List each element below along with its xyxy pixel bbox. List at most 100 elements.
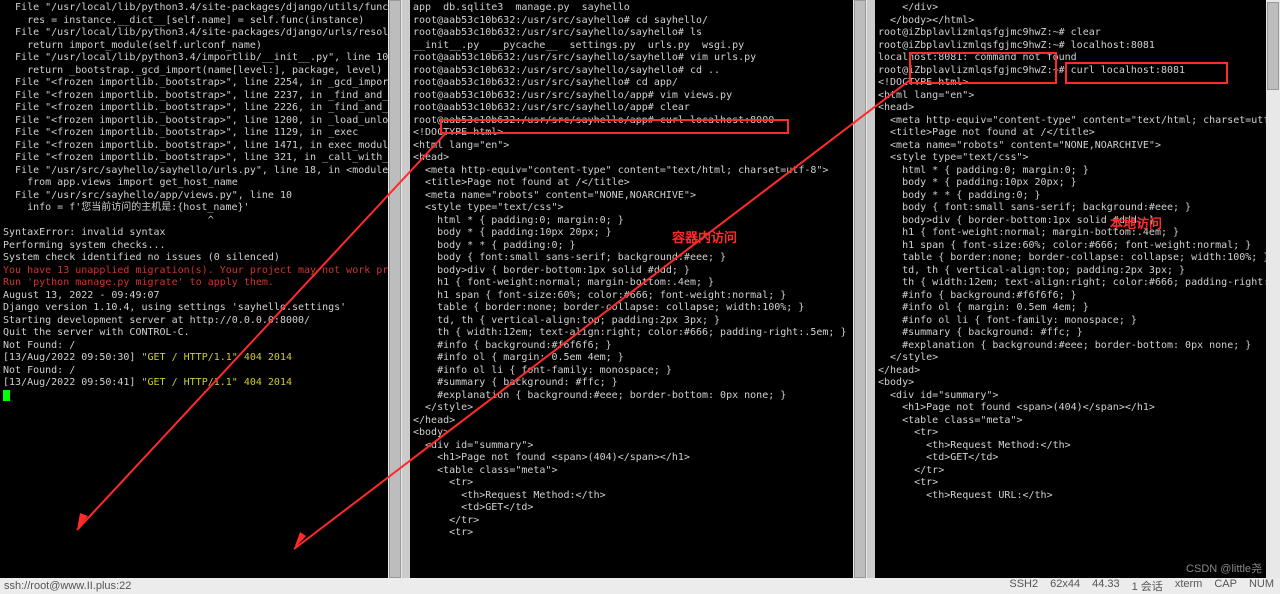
cursor-line: [3, 390, 399, 406]
request-log-2: [13/Aug/2022 09:50:41] "GET / HTTP/1.1" …: [3, 377, 399, 390]
status-num: NUM: [1249, 578, 1274, 594]
mid-line-9: root@aab53c10b632:/usr/src/sayhello/app#…: [413, 115, 864, 128]
status-rc: 44.33: [1092, 578, 1120, 594]
left-post-5: Not Found: /: [3, 340, 399, 353]
mid-line-2: root@aab53c10b632:/usr/src/sayhello/sayh…: [413, 27, 864, 40]
request-log-1: [13/Aug/2022 09:50:30] "GET / HTTP/1.1" …: [3, 352, 399, 365]
left-line-6: File "<frozen importlib._bootstrap>", li…: [3, 77, 399, 90]
left-line-21: System check identified no issues (0 sil…: [3, 252, 399, 265]
mid-line-33: </style>: [413, 402, 864, 415]
right-line-16: body * * { padding:0; }: [878, 190, 1277, 203]
scrollbar-left[interactable]: [388, 0, 402, 578]
right-line-33: <h1>Page not found <span>(404)</span></h…: [878, 402, 1277, 415]
right-line-4: localhost:8081: command not found: [878, 52, 1277, 65]
right-line-12: <meta name="robots" content="NONE,NOARCH…: [878, 140, 1277, 153]
right-line-0: </div>: [878, 2, 1277, 15]
right-line-15: body * { padding:10px 20px; }: [878, 177, 1277, 190]
status-sess: 1 会话: [1132, 578, 1163, 594]
right-line-28: #explanation { background:#eee; border-b…: [878, 340, 1277, 353]
terminal-middle[interactable]: app db.sqlite3 manage.py sayhelloroot@aa…: [410, 0, 875, 578]
mid-line-37: <h1>Page not found <span>(404)</span></h…: [413, 452, 864, 465]
right-line-17: body { font:small sans-serif; background…: [878, 202, 1277, 215]
mid-line-13: <head>: [413, 152, 864, 165]
mid-line-24: h1 span { font-size:60%; color:#666; fon…: [413, 290, 864, 303]
terminal-right[interactable]: </div> </body></html>root@iZbplavlizmlqs…: [875, 0, 1280, 578]
mid-line-8: root@aab53c10b632:/usr/src/sayhello/app#…: [413, 102, 864, 115]
mid-line-7: root@aab53c10b632:/usr/src/sayhello/app#…: [413, 90, 864, 103]
left-line-1: res = instance.__dict__[self.name] = sel…: [3, 15, 399, 28]
right-line-32: <div id="summary">: [878, 390, 1277, 403]
left-line-18: SyntaxError: invalid syntax: [3, 227, 399, 240]
left-line-3: return import_module(self.urlconf_name): [3, 40, 399, 53]
mid-line-15: <title>Page not found at /</title>: [413, 177, 864, 190]
mid-line-17: <style type="text/css">: [413, 202, 864, 215]
right-line-26: #info ol li { font-family: monospace; }: [878, 315, 1277, 328]
right-line-18: body>div { border-bottom:1px solid #ddd;…: [878, 215, 1277, 228]
left-line-7: File "<frozen importlib._bootstrap>", li…: [3, 90, 399, 103]
right-line-11: <title>Page not found at /</title>: [878, 127, 1277, 140]
mid-line-1: root@aab53c10b632:/usr/src/sayhello# cd …: [413, 15, 864, 28]
django-migrate-hint: Run 'python manage.py migrate' to apply …: [3, 277, 399, 290]
right-line-37: <td>GET</td>: [878, 452, 1277, 465]
right-line-2: root@iZbplavlizmlqsfgjmc9hwZ:~# clear: [878, 27, 1277, 40]
watermark: CSDN @little尧: [1186, 560, 1262, 576]
left-line-14: from app.views import get_host_name: [3, 177, 399, 190]
status-pos: 62x44: [1050, 578, 1080, 594]
left-line-8: File "<frozen importlib._bootstrap>", li…: [3, 102, 399, 115]
right-line-20: h1 span { font-size:60%; color:#666; fon…: [878, 240, 1277, 253]
mid-line-32: #explanation { background:#eee; border-b…: [413, 390, 864, 403]
status-cap: CAP: [1214, 578, 1237, 594]
left-line-16: info = f'您当前访问的主机是:{host_name}': [3, 202, 399, 215]
left-post-2: Django version 1.10.4, using settings 's…: [3, 302, 399, 315]
status-connection: ssh://root@www.II.plus:22: [0, 580, 131, 592]
mid-line-6: root@aab53c10b632:/usr/src/sayhello# cd …: [413, 77, 864, 90]
right-line-36: <th>Request Method:</th>: [878, 440, 1277, 453]
mid-line-14: <meta http-equiv="content-type" content=…: [413, 165, 864, 178]
right-line-1: </body></html>: [878, 15, 1277, 28]
right-line-38: </tr>: [878, 465, 1277, 478]
not-found-2: Not Found: /: [3, 365, 399, 378]
right-line-29: </style>: [878, 352, 1277, 365]
left-line-12: File "<frozen importlib._bootstrap>", li…: [3, 152, 399, 165]
left-line-15: File "/usr/src/sayhello/app/views.py", l…: [3, 190, 399, 203]
mid-line-4: root@aab53c10b632:/usr/src/sayhello/sayh…: [413, 52, 864, 65]
right-line-21: table { border:none; border-collapse: co…: [878, 252, 1277, 265]
left-line-17: ^: [3, 215, 399, 228]
mid-line-3: __init__.py __pycache__ settings.py urls…: [413, 40, 864, 53]
right-line-22: td, th { vertical-align:top; padding:2px…: [878, 265, 1277, 278]
mid-line-34: </head>: [413, 415, 864, 428]
mid-line-41: <td>GET</td>: [413, 502, 864, 515]
mid-line-22: body>div { border-bottom:1px solid #ddd;…: [413, 265, 864, 278]
right-line-25: #info ol { margin: 0.5em 4em; }: [878, 302, 1277, 315]
block-cursor: [3, 390, 10, 401]
status-term: xterm: [1175, 578, 1203, 594]
right-line-5: root@iZbplavlizmlqsfgjmc9hwZ:~# curl loc…: [878, 65, 1277, 78]
mid-line-35: <body>: [413, 427, 864, 440]
right-line-40: <th>Request URL:</th>: [878, 490, 1277, 503]
mid-line-16: <meta name="robots" content="NONE,NOARCH…: [413, 190, 864, 203]
left-line-9: File "<frozen importlib._bootstrap>", li…: [3, 115, 399, 128]
right-line-23: th { width:12em; text-align:right; color…: [878, 277, 1277, 290]
right-line-8: <html lang="en">: [878, 90, 1277, 103]
terminal-left[interactable]: File "/usr/local/lib/python3.4/site-pack…: [0, 0, 410, 578]
mid-line-25: table { border:none; border-collapse: co…: [413, 302, 864, 315]
right-line-7: <!DOCTYPE html>: [878, 77, 1277, 90]
left-line-19: Performing system checks...: [3, 240, 399, 253]
mid-line-36: <div id="summary">: [413, 440, 864, 453]
scrollbar-middle[interactable]: [853, 0, 867, 578]
left-line-4: File "/usr/local/lib/python3.4/importlib…: [3, 52, 399, 65]
left-line-10: File "<frozen importlib._bootstrap>", li…: [3, 127, 399, 140]
mid-line-39: <tr>: [413, 477, 864, 490]
mid-line-26: td, th { vertical-align:top; padding:2px…: [413, 315, 864, 328]
scrollbar-right[interactable]: [1266, 0, 1280, 578]
mid-line-38: <table class="meta">: [413, 465, 864, 478]
right-line-19: h1 { font-weight:normal; margin-bottom:.…: [878, 227, 1277, 240]
mid-line-31: #summary { background: #ffc; }: [413, 377, 864, 390]
right-line-24: #info { background:#f6f6f6; }: [878, 290, 1277, 303]
mid-line-30: #info ol li { font-family: monospace; }: [413, 365, 864, 378]
left-post-3: Starting development server at http://0.…: [3, 315, 399, 328]
mid-line-27: th { width:12em; text-align:right; color…: [413, 327, 864, 340]
right-line-27: #summary { background: #ffc; }: [878, 327, 1277, 340]
right-line-9: <head>: [878, 102, 1277, 115]
status-proto: SSH2: [1009, 578, 1038, 594]
